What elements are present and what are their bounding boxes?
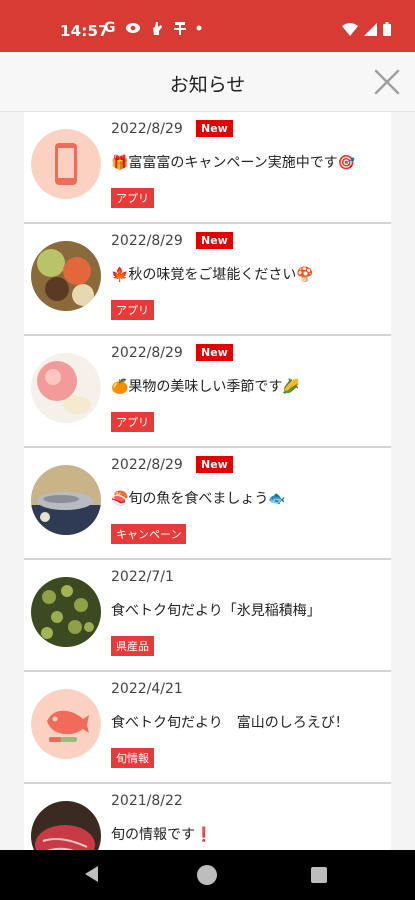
category-tag: アプリ [111, 188, 154, 208]
notice-date: 2021/8/22 [111, 793, 183, 809]
notice-title: 🍁秋の味覚をご堪能ください🍄 [111, 267, 314, 283]
close-button[interactable] [373, 68, 401, 96]
category-tag: 旬情報 [111, 748, 154, 768]
notification-icons: G [104, 20, 202, 36]
eye-icon [125, 23, 140, 33]
app-header: お知らせ [0, 52, 415, 112]
battery-icon [383, 22, 391, 36]
category-tag: アプリ [111, 412, 154, 432]
notice-item[interactable]: 2022/8/29 New 🍊果物の美味しい季節です🌽 アプリ [24, 336, 391, 448]
category-tag: キャンペーン [111, 524, 187, 544]
grilled-fish-photo [31, 465, 101, 535]
notice-item[interactable]: 2022/8/29 New 🍣旬の魚を食べましょう🐟 キャンペーン [24, 448, 391, 560]
dot-icon [196, 25, 201, 31]
phone-icon [31, 129, 101, 199]
app-icon [173, 22, 186, 35]
notice-date: 2022/8/29 [111, 121, 183, 137]
google-icon: G [104, 20, 116, 36]
new-badge: New [196, 232, 233, 249]
recents-icon[interactable] [311, 867, 327, 883]
status-time: 14:57 [60, 22, 109, 40]
system-icons [342, 22, 391, 36]
new-badge: New [196, 344, 233, 361]
beef-photo [31, 801, 101, 850]
notice-item[interactable]: 2021/8/22 旬の情報です❗ [24, 784, 391, 850]
notice-title: 🍣旬の魚を食べましょう🐟 [111, 491, 286, 507]
notice-title: 食べトク旬だより「氷見稲積梅」 [111, 603, 321, 619]
peach-photo [31, 353, 101, 423]
notice-date: 2022/8/29 [111, 457, 183, 473]
category-tag: 県産品 [111, 636, 154, 656]
close-icon [374, 69, 400, 95]
system-nav-bar [0, 850, 415, 900]
wifi-icon [342, 22, 358, 36]
notice-item[interactable]: 2022/7/1 食べトク旬だより「氷見稲積梅」 県産品 [24, 560, 391, 672]
notice-date: 2022/4/21 [111, 681, 183, 697]
status-bar: 14:57 G [0, 0, 415, 52]
back-icon[interactable] [85, 866, 98, 882]
signal-icon [364, 22, 377, 36]
new-badge: New [196, 120, 233, 137]
new-badge: New [196, 456, 233, 473]
hand-icon [152, 22, 162, 35]
home-icon[interactable] [197, 865, 217, 885]
autumn-food-photo [31, 241, 101, 311]
category-tag: アプリ [111, 300, 154, 320]
notice-list: 2022/8/29 New 🎁富富富のキャンペーン実施中です🎯 アプリ 2022… [24, 112, 391, 850]
notice-title: 旬の情報です❗ [111, 827, 213, 843]
notice-item[interactable]: 2022/8/29 New 🍁秋の味覚をご堪能ください🍄 アプリ [24, 224, 391, 336]
notice-title: 🍊果物の美味しい季節です🌽 [111, 379, 300, 395]
notice-date: 2022/7/1 [111, 569, 174, 585]
page-title: お知らせ [169, 74, 246, 96]
notice-list-container[interactable]: 2022/8/29 New 🎁富富富のキャンペーン実施中です🎯 アプリ 2022… [0, 112, 415, 850]
notice-date: 2022/8/29 [111, 345, 183, 361]
food-icon [31, 689, 101, 759]
notice-title: 🎁富富富のキャンペーン実施中です🎯 [111, 155, 356, 171]
notice-date: 2022/8/29 [111, 233, 183, 249]
notice-item[interactable]: 2022/8/29 New 🎁富富富のキャンペーン実施中です🎯 アプリ [24, 112, 391, 224]
plums-photo [31, 577, 101, 647]
notice-item[interactable]: 2022/4/21 食べトク旬だより 富山のしろえび！ 旬情報 [24, 672, 391, 784]
notice-title: 食べトク旬だより 富山のしろえび！ [111, 715, 349, 731]
